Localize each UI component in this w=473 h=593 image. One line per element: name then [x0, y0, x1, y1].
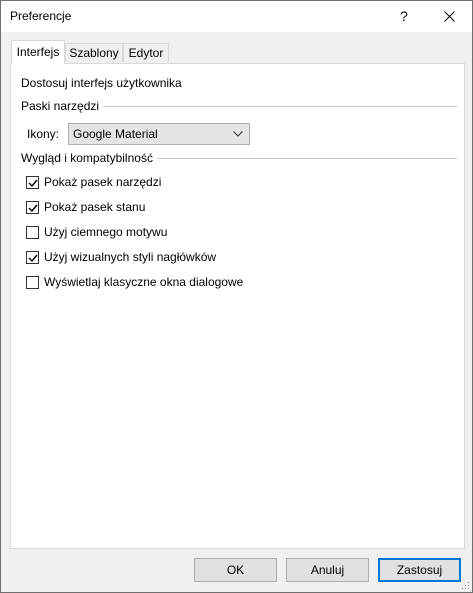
show-statusbar-checkbox[interactable] [26, 201, 39, 214]
icons-dropdown[interactable]: Google Material [68, 123, 250, 145]
ok-button[interactable]: OK [194, 558, 277, 582]
checkmark-icon [28, 179, 38, 188]
classic-dialogs-checkbox[interactable] [26, 276, 39, 289]
appearance-group-label: Wygląd i kompatybilność [21, 151, 157, 165]
preferences-dialog: Preferencje ? Interfejs Szablony Edytor … [0, 0, 473, 593]
window-title: Preferencje [10, 9, 72, 23]
interface-tab-panel: Dostosuj interfejs użytkownika Paski nar… [10, 63, 465, 549]
dark-theme-label: Użyj ciemnego motywu [44, 225, 168, 239]
title-bar: Preferencje ? [1, 1, 472, 32]
close-button[interactable] [426, 1, 472, 32]
help-icon: ? [400, 8, 408, 24]
chevron-down-icon [233, 131, 243, 137]
resize-grip-icon[interactable] [460, 580, 470, 590]
show-statusbar-label: Pokaż pasek stanu [44, 200, 146, 214]
visual-header-styles-checkbox[interactable] [26, 251, 39, 264]
checkmark-icon [28, 204, 38, 213]
cancel-button[interactable]: Anuluj [286, 558, 369, 582]
close-icon [443, 11, 455, 22]
icons-dropdown-value: Google Material [73, 127, 158, 141]
visual-header-styles-label: Użyj wizualnych styli nagłówków [44, 250, 217, 264]
toolbars-group-label: Paski narzędzi [21, 99, 104, 113]
show-toolbar-checkbox[interactable] [26, 176, 39, 189]
show-toolbar-label: Pokaż pasek narzędzi [44, 175, 162, 189]
icons-label: Ikony: [27, 127, 60, 141]
classic-dialogs-label: Wyświetlaj klasyczne okna dialogowe [44, 275, 244, 289]
apply-button[interactable]: Zastosuj [378, 558, 461, 582]
tab-interfejs[interactable]: Interfejs [11, 40, 65, 64]
checkmark-icon [28, 254, 38, 263]
help-button[interactable]: ? [381, 1, 427, 32]
tab-szablony[interactable]: Szablony [65, 43, 123, 62]
tab-edytor[interactable]: Edytor [123, 43, 169, 62]
dark-theme-checkbox[interactable] [26, 226, 39, 239]
panel-heading: Dostosuj interfejs użytkownika [21, 76, 182, 90]
